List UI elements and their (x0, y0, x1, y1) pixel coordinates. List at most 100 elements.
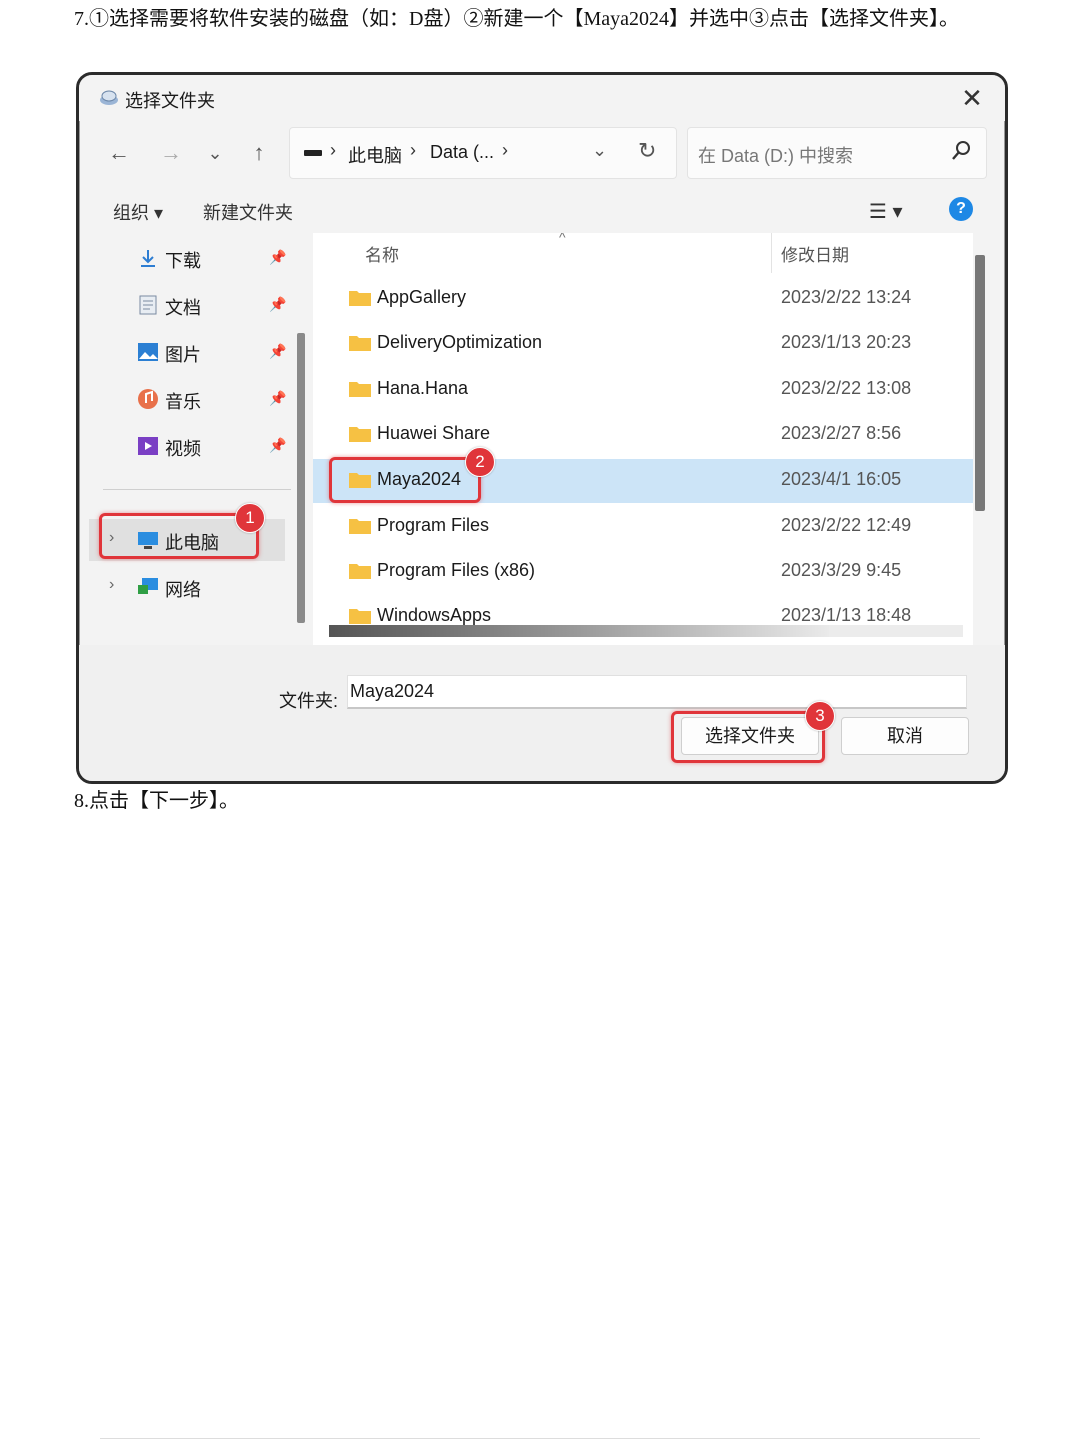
sidebar-item-label: 音乐 (165, 392, 201, 412)
search-placeholder: 在 Data (D:) 中搜索 (698, 146, 854, 166)
file-list: ^ 名称 修改日期 AppGallery 2023/2/22 13:24 Del… (313, 233, 973, 645)
sidebar-item-documents[interactable]: 文档 📌 (89, 284, 286, 326)
folder-icon (349, 336, 371, 351)
file-row[interactable]: WindowsApps 2023/1/13 18:48 (313, 595, 973, 625)
step8-text: 8.点击【下一步】。 (74, 790, 239, 812)
address-bar[interactable]: › 此电脑 › Data (... › ⌄ ↻ (289, 127, 677, 179)
file-date: 2023/1/13 20:23 (781, 332, 912, 352)
pin-icon[interactable]: 📌 (269, 437, 286, 454)
pin-icon[interactable]: 📌 (269, 390, 286, 407)
folder-icon (349, 291, 371, 306)
search-icon[interactable] (950, 140, 972, 162)
file-row[interactable]: Program Files 2023/2/22 12:49 (313, 505, 973, 549)
breadcrumb-this-pc[interactable]: 此电脑 (348, 142, 402, 168)
sidebar-item-videos[interactable]: 视频 📌 (89, 425, 286, 467)
dialog-footer: 文件夹: 选择文件夹 取消 (79, 645, 1005, 781)
forward-arrow-icon[interactable]: → (157, 139, 185, 167)
sidebar-item-network[interactable]: › 网络 (89, 566, 285, 608)
close-icon[interactable]: ✕ (957, 83, 987, 113)
folder-icon (349, 609, 371, 624)
page-footer-divider (100, 1438, 980, 1439)
step-badge-3: 3 (805, 701, 835, 731)
new-folder-button[interactable]: 新建文件夹 (203, 199, 293, 225)
file-row[interactable]: DeliveryOptimization 2023/1/13 20:23 (313, 322, 973, 366)
sidebar-item-label: 下载 (165, 251, 201, 271)
folder-icon (349, 382, 371, 397)
folder-icon (349, 564, 371, 579)
sidebar-item-label: 文档 (165, 298, 201, 318)
file-date: 2023/2/22 13:08 (781, 378, 912, 398)
organize-menu[interactable]: 组织 ▾ (113, 199, 163, 225)
download-icon (141, 250, 155, 267)
title-bar: 选择文件夹 ✕ (79, 75, 1005, 121)
folder-picker-icon (100, 90, 118, 105)
highlight-select-folder (671, 711, 825, 763)
navigation-pane: 下载 📌 文档 📌 图片 📌 音乐 📌 视频 📌 › 此电脑 › 网络 (89, 233, 305, 643)
sidebar-item-music[interactable]: 音乐 📌 (89, 378, 286, 420)
dialog-title: 选择文件夹 (125, 91, 215, 111)
file-row[interactable]: Hana.Hana 2023/2/22 13:08 (313, 368, 973, 412)
command-bar: 组织 ▾ 新建文件夹 ☰ ▾ ? (79, 185, 1005, 233)
file-name: AppGallery (377, 287, 467, 307)
video-icon (138, 437, 158, 455)
back-arrow-icon[interactable]: ← (105, 139, 133, 167)
cancel-button[interactable]: 取消 (841, 717, 969, 755)
file-row[interactable]: Program Files (x86) 2023/3/29 9:45 (313, 550, 973, 594)
pin-icon[interactable]: 📌 (269, 249, 286, 266)
file-name: Hana.Hana (377, 378, 469, 398)
folder-icon (349, 427, 371, 442)
pin-icon[interactable]: 📌 (269, 343, 286, 360)
vertical-scrollbar[interactable] (975, 255, 985, 511)
file-name: WindowsApps (377, 605, 492, 625)
folder-label: 文件夹: (279, 691, 339, 711)
file-name: Program Files (377, 515, 490, 535)
network-icon (138, 578, 158, 594)
file-date: 2023/3/29 9:45 (781, 560, 902, 580)
file-row[interactable]: Huawei Share 2023/2/27 8:56 (313, 413, 973, 457)
step-badge-2: 2 (465, 447, 495, 477)
breadcrumb-separator: › (330, 140, 336, 160)
folder-name-input[interactable] (347, 675, 967, 709)
column-divider[interactable] (771, 233, 772, 273)
file-date: 2023/2/22 13:24 (781, 287, 912, 307)
music-icon (138, 389, 158, 409)
horizontal-scrollbar-thumb[interactable] (329, 625, 829, 637)
sidebar-item-label: 网络 (165, 580, 201, 600)
help-icon[interactable]: ? (949, 197, 973, 221)
file-name: Huawei Share (377, 423, 491, 443)
file-name: DeliveryOptimization (377, 332, 543, 352)
search-box[interactable]: 在 Data (D:) 中搜索 (687, 127, 987, 179)
sidebar-item-label: 视频 (165, 439, 201, 459)
highlight-maya2024 (329, 457, 481, 503)
sort-ascending-icon: ^ (559, 233, 566, 245)
file-row[interactable]: AppGallery 2023/2/22 13:24 (313, 277, 973, 321)
breadcrumb-separator: › (502, 140, 508, 160)
address-dropdown-chevron-icon[interactable]: ⌄ (592, 140, 607, 161)
sidebar-divider (103, 489, 291, 490)
document-icon (139, 295, 157, 315)
drive-icon (304, 150, 322, 156)
column-header-name[interactable]: 名称 (365, 241, 399, 266)
breadcrumb-data-drive[interactable]: Data (... (430, 142, 494, 163)
breadcrumb-separator: › (410, 140, 416, 160)
pin-icon[interactable]: 📌 (269, 296, 286, 313)
sidebar-item-label: 图片 (165, 345, 201, 365)
refresh-icon[interactable]: ↻ (638, 138, 656, 164)
up-arrow-icon[interactable]: ↑ (245, 139, 273, 167)
file-date: 2023/2/22 12:49 (781, 515, 912, 535)
file-date: 2023/2/27 8:56 (781, 423, 902, 443)
step7-text: 7.①选择需要将软件安装的磁盘（如：D盘）②新建一个【Maya2024】并选中③… (74, 8, 959, 30)
view-options-icon[interactable]: ☰ ▾ (869, 199, 903, 224)
select-folder-dialog: 选择文件夹 ✕ ← → ⌄ ↑ › 此电脑 › Data (... › ⌄ ↻ … (76, 72, 1008, 784)
recent-locations-chevron-icon[interactable]: ⌄ (201, 139, 229, 167)
sidebar-item-downloads[interactable]: 下载 📌 (89, 237, 286, 279)
column-header-date[interactable]: 修改日期 (781, 241, 849, 266)
sidebar-item-pictures[interactable]: 图片 📌 (89, 331, 286, 373)
file-name: Program Files (x86) (377, 560, 536, 580)
folder-icon (349, 519, 371, 534)
step-badge-1: 1 (235, 503, 265, 533)
chevron-right-icon[interactable]: › (109, 576, 114, 594)
navigation-bar: ← → ⌄ ↑ › 此电脑 › Data (... › ⌄ ↻ 在 Data (… (79, 121, 1005, 185)
picture-icon (138, 343, 158, 361)
sidebar-scrollbar[interactable] (297, 333, 305, 623)
